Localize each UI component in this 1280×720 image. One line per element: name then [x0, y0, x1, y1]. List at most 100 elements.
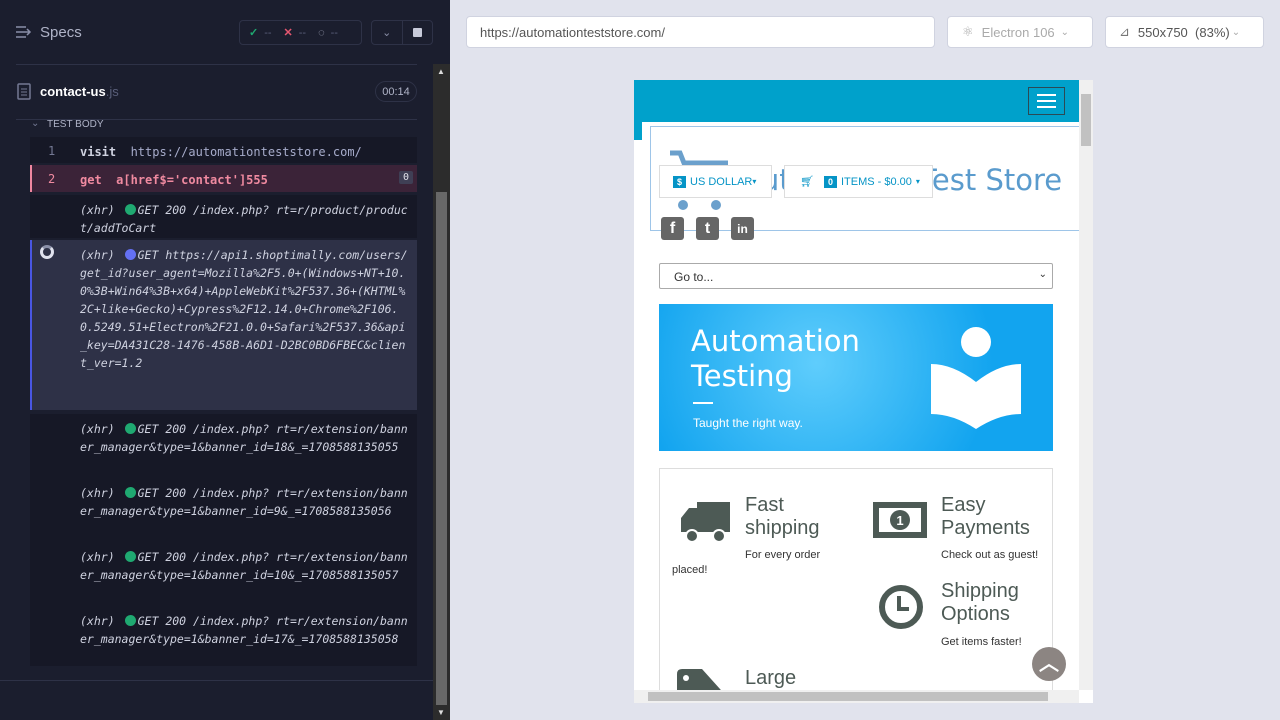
pending-count: --: [330, 26, 338, 39]
passed-icon: ✓: [249, 27, 259, 39]
banner[interactable]: Automation Testing Taught the right way.: [659, 304, 1053, 451]
spec-name: contact-us.js: [40, 84, 119, 99]
browser-name: Electron 106: [981, 24, 1055, 40]
xhr-label: (xhr): [80, 248, 115, 262]
pending-icon: ◌: [318, 26, 325, 39]
cart-icon: 🛒︎: [800, 176, 814, 188]
status-dot-icon: [124, 423, 136, 434]
command-name: get: [80, 173, 102, 187]
scrollbar-thumb[interactable]: [436, 192, 447, 705]
chevron-down-icon: ⌄: [1231, 26, 1241, 38]
test-stats: ✓ -- ✕ -- ◌ --: [239, 20, 362, 45]
command-name: visit: [80, 145, 117, 159]
element-count-badge: 0: [398, 171, 413, 184]
cart-dropdown[interactable]: 🛒︎ 0 ITEMS - $0.00 ▾: [784, 165, 933, 198]
xhr-method: GET 200: [137, 550, 187, 564]
feature-subtitle: placed!: [672, 564, 708, 576]
feature-subtitle: Check out as guest!: [941, 549, 1039, 561]
command-row-visit[interactable]: 1 visit https://automationteststore.com/: [30, 137, 417, 163]
viewport-size: 550x750: [1137, 24, 1188, 40]
xhr-label: (xhr): [80, 550, 115, 564]
loading-spinner-icon: [40, 245, 54, 259]
social-links: f t in: [661, 217, 754, 240]
back-to-top-button[interactable]: ︿: [1032, 647, 1066, 681]
status-dot-icon: [124, 487, 136, 498]
command-message: https://automationteststore.com/: [130, 145, 362, 159]
failed-count: --: [298, 26, 307, 39]
passed-count: --: [264, 26, 272, 39]
aut-vertical-scrollbar[interactable]: [1079, 80, 1093, 690]
ruler-icon: ⊿: [1119, 24, 1130, 39]
stop-icon: [412, 28, 422, 37]
url-bar[interactable]: https://automationteststore.com/: [466, 16, 935, 48]
site-header: [634, 80, 1079, 122]
stop-button[interactable]: [403, 21, 433, 44]
xhr-method: GET 200: [137, 614, 187, 628]
features-box: Fast shipping For every order placed! 1 E…: [659, 468, 1053, 703]
xhr-method: GET 200: [137, 422, 187, 436]
electron-icon: ⚛: [962, 24, 974, 39]
xhr-row[interactable]: (xhr) GET 200 /index.php? rt=r/extension/…: [30, 478, 417, 542]
specs-title[interactable]: Specs: [40, 24, 82, 41]
viewport-scale: (83%): [1195, 24, 1230, 40]
specs-list-icon[interactable]: [16, 25, 32, 39]
xhr-label: (xhr): [80, 422, 115, 436]
banner-title: Automation Testing: [691, 324, 860, 393]
currency-dropdown[interactable]: $ US DOLLAR ▾: [659, 165, 772, 198]
command-log-panel: Specs ✓ -- ✕ -- ◌ -- ⌄ contact-us.js 00:14 …: [0, 0, 450, 720]
xhr-method: GET 200: [137, 203, 187, 217]
svg-text:1: 1: [896, 513, 903, 528]
status-dot-icon: [124, 551, 136, 562]
chevron-down-icon: ⌄: [1038, 269, 1047, 280]
xhr-method: GET 200: [137, 486, 187, 500]
feature-title: Shipping Options: [941, 580, 1019, 625]
command-number: 2: [48, 172, 56, 186]
app-under-test-frame: Automation Test Store $US DOLLAR▾ 🛒︎0ITE…: [634, 80, 1093, 703]
book-icon: [931, 327, 1021, 429]
spec-ext: .js: [105, 84, 119, 99]
goto-selected: Go to...: [674, 270, 714, 284]
feature-title: Large: [745, 667, 797, 689]
viewport-selector[interactable]: ⊿ 550x750 (83%) ⌄: [1105, 16, 1264, 48]
goto-select[interactable]: Go to... ⌄: [659, 263, 1053, 289]
browser-selector[interactable]: ⚛ Electron 106 ⌄: [947, 16, 1093, 48]
twitter-icon[interactable]: t: [696, 217, 719, 240]
facebook-icon[interactable]: f: [661, 217, 684, 240]
truck-icon: [681, 502, 730, 542]
feature-subtitle: Get items faster!: [941, 636, 1022, 648]
scroll-up-icon[interactable]: ▲: [437, 67, 445, 76]
aut-horizontal-scrollbar[interactable]: [634, 690, 1079, 703]
xhr-row[interactable]: (xhr) GET https://api1.shoptimally.com/us…: [30, 240, 417, 410]
xhr-method: GET: [137, 248, 159, 262]
currency-icon: $: [673, 175, 687, 188]
collapse-button[interactable]: ⌄: [372, 21, 403, 44]
xhr-label: (xhr): [80, 614, 115, 628]
feature-title: Fast shipping: [745, 494, 820, 539]
scrollbar[interactable]: ▲ ▼: [433, 64, 450, 720]
command-row-get-failed[interactable]: 2 get a[href$='contact']555 0: [30, 165, 417, 192]
clock-icon: [879, 585, 923, 629]
money-icon: 1: [873, 502, 927, 538]
test-body-label[interactable]: TEST BODY: [47, 119, 104, 130]
scroll-down-icon[interactable]: ▼: [437, 708, 445, 717]
status-dot-icon: [124, 249, 136, 260]
cart-label: ITEMS - $0.00: [840, 175, 912, 188]
command-number: 1: [48, 144, 56, 158]
feature-title: Easy Payments: [941, 494, 1030, 539]
xhr-url: https://api1.shoptimally.com/users/get_i…: [80, 248, 408, 370]
chevron-down-icon[interactable]: ⌄: [31, 118, 39, 129]
xhr-row[interactable]: (xhr) GET 200 /index.php? rt=r/extension/…: [30, 414, 417, 478]
xhr-label: (xhr): [80, 486, 115, 500]
spec-filename: contact-us: [40, 84, 106, 99]
linkedin-icon[interactable]: in: [731, 217, 754, 240]
xhr-row[interactable]: (xhr) GET 200 /index.php? rt=r/product/pr…: [30, 195, 417, 238]
xhr-row[interactable]: (xhr) GET 200 /index.php? rt=r/extension/…: [30, 606, 417, 666]
banner-subtitle: Taught the right way.: [693, 416, 803, 430]
nav-toggle-button[interactable]: [1028, 87, 1065, 115]
chevron-down-icon: ⌄: [1060, 26, 1070, 38]
feature-subtitle: For every order: [745, 549, 821, 561]
command-message: a[href$='contact']555: [116, 173, 268, 187]
xhr-row[interactable]: (xhr) GET 200 /index.php? rt=r/extension/…: [30, 542, 417, 606]
spec-duration: 00:14: [375, 81, 417, 102]
status-dot-icon: [124, 204, 136, 215]
